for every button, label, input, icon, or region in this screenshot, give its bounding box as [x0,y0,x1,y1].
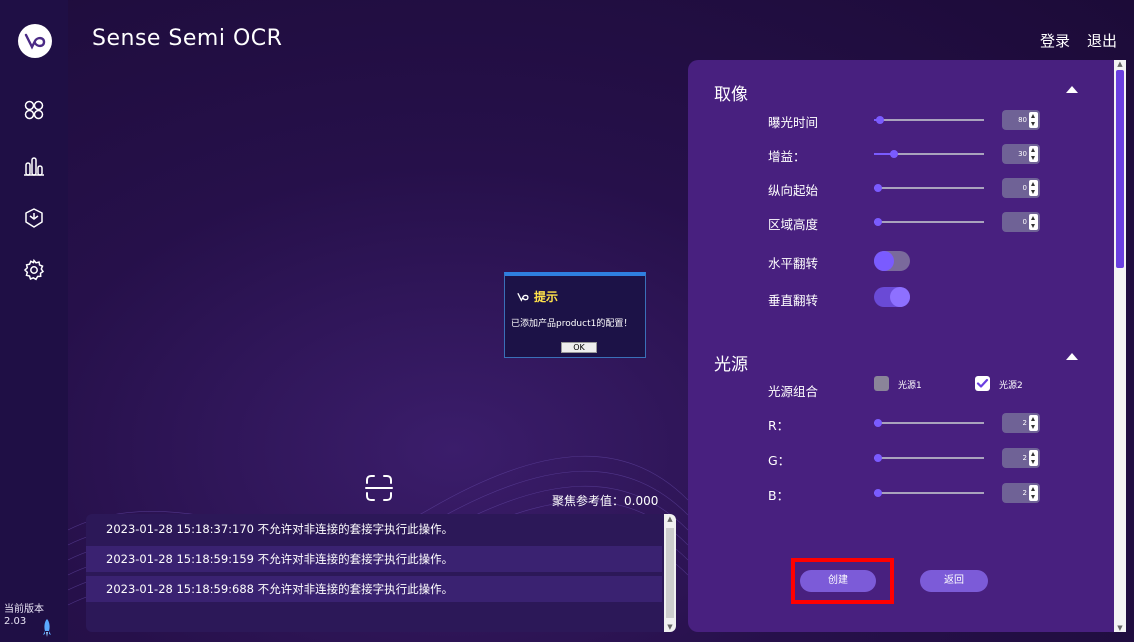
log-panel: 2023-01-28 15:18:37:170 不允许对非连接的套接字执行此操作… [86,514,676,632]
section-title-light: 光源 [714,355,748,375]
spin-arrows-icon[interactable] [1029,214,1038,230]
collapse-light-icon[interactable] [1066,353,1078,360]
dialog-ok-button[interactable]: OK [561,342,597,353]
dialog-title-text: 提示 [534,290,559,304]
dialog-message: 已添加产品product1的配置！ [511,319,633,329]
param-spinbox[interactable]: 2 [1002,448,1040,468]
highlight-box [791,558,894,604]
param-spinbox[interactable]: 0 [1002,178,1040,198]
login-link[interactable]: 登录 [1040,30,1070,51]
log-scrollbar[interactable]: ▲ ▼ [664,514,676,632]
panel-scrollbar[interactable]: ▲ ▼ [1114,60,1126,632]
logo-icon [517,292,529,302]
dialog-title: 提示 [517,288,558,305]
spinbox-value: 2 [1022,454,1027,462]
param-label: 增益： [768,149,806,164]
version-number: 2.03 [4,616,27,627]
spin-arrows-icon[interactable] [1029,450,1038,466]
focus-scan-icon[interactable] [363,472,395,504]
rocket-icon [43,619,51,637]
logout-link[interactable]: 退出 [1087,30,1117,51]
log-row: 2023-01-28 15:18:59:159 不允许对非连接的套接字执行此操作… [86,546,662,572]
spinbox-value: 80 [1018,116,1027,124]
bar-chart-icon[interactable] [20,152,48,180]
slider-knob[interactable] [890,150,898,158]
scroll-down-icon[interactable]: ▼ [1115,624,1125,632]
param-slider[interactable] [874,452,984,464]
version-label: 当前版本 [4,604,44,615]
param-slider[interactable] [874,487,984,499]
spinbox-value: 0 [1022,184,1027,192]
slider-knob[interactable] [874,489,882,497]
light-combo-label: 光源组合 [768,384,819,399]
param-spinbox[interactable]: 80 [1002,110,1040,130]
slider-knob[interactable] [876,116,884,124]
slider-knob[interactable] [874,184,882,192]
spin-arrows-icon[interactable] [1029,180,1038,196]
light2-label: 光源2 [999,381,1023,391]
light1-label: 光源1 [898,381,922,391]
back-button[interactable]: 返回 [920,570,988,592]
slider-knob[interactable] [874,454,882,462]
flip-v-toggle[interactable] [874,287,910,307]
spinbox-value: 2 [1022,419,1027,427]
logo-icon [24,33,46,50]
clover-icon[interactable] [20,96,48,124]
slider-knob[interactable] [874,419,882,427]
param-spinbox[interactable]: 30 [1002,144,1040,164]
param-slider[interactable] [874,417,984,429]
version-info: 当前版本 2.03 [4,604,44,628]
scroll-up-icon[interactable]: ▲ [666,514,674,524]
param-slider[interactable] [874,216,984,228]
param-slider[interactable] [874,148,984,160]
section-title-capture: 取像 [714,85,748,105]
spinbox-value: 0 [1022,218,1027,226]
spin-arrows-icon[interactable] [1029,485,1038,501]
panel-scroll-thumb[interactable] [1116,70,1124,268]
app-window: 当前版本 2.03 Sense Semi OCR 登录 退出 提示 已添加产品p… [0,0,1134,642]
param-label: B： [768,488,790,503]
scroll-up-icon[interactable]: ▲ [1115,60,1125,68]
slider-knob[interactable] [874,218,882,226]
checkmark-icon [976,378,989,388]
spinbox-value: 2 [1022,489,1027,497]
param-label: 纵向起始 [768,183,819,198]
app-logo [18,24,52,58]
spinbox-value: 30 [1018,150,1027,158]
collapse-capture-icon[interactable] [1066,86,1078,93]
scroll-down-icon[interactable]: ▼ [666,622,674,632]
param-spinbox[interactable]: 0 [1002,212,1040,232]
info-dialog: 提示 已添加产品product1的配置！ OK [504,272,646,358]
param-label: 区域高度 [768,217,819,232]
settings-panel: 取像 曝光时间 80 增益： 30 纵向起始 0 区域高度 0 水平翻转 垂直翻转 光源 光源… [688,60,1126,632]
gear-icon[interactable] [20,256,48,284]
flip-h-toggle[interactable] [874,251,910,271]
param-spinbox[interactable]: 2 [1002,413,1040,433]
param-label: R： [768,418,790,433]
log-row: 2023-01-28 15:18:59:688 不允许对非连接的套接字执行此操作… [86,576,662,602]
param-slider[interactable] [874,182,984,194]
param-label: 曝光时间 [768,115,819,130]
param-slider[interactable] [874,114,984,126]
spin-arrows-icon[interactable] [1029,146,1038,162]
sidebar: 当前版本 2.03 [0,0,68,642]
log-row: 2023-01-28 15:18:37:170 不允许对非连接的套接字执行此操作… [106,522,454,536]
light1-checkbox[interactable] [874,376,889,391]
spin-arrows-icon[interactable] [1029,112,1038,128]
flip-v-label: 垂直翻转 [768,293,819,308]
focus-value-label: 聚焦参考值：0.000 [552,494,659,508]
flip-h-label: 水平翻转 [768,256,819,271]
log-scroll-thumb[interactable] [666,528,674,618]
param-spinbox[interactable]: 2 [1002,483,1040,503]
app-title: Sense Semi OCR [92,26,283,51]
light2-checkbox[interactable] [975,376,990,391]
spin-arrows-icon[interactable] [1029,415,1038,431]
box-icon[interactable] [20,204,48,232]
param-label: G： [768,453,791,468]
